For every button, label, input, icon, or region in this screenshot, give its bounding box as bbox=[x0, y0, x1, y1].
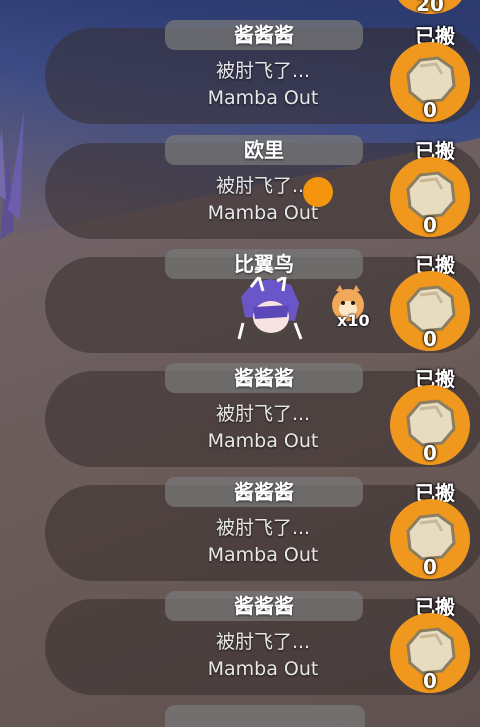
player-message: 被肘飞了... Mamba Out bbox=[165, 629, 361, 683]
player-message: 被肘飞了... Mamba Out bbox=[165, 515, 361, 569]
player-name: 比翼鸟 bbox=[165, 249, 363, 279]
message-line2: Mamba Out bbox=[207, 658, 319, 680]
player-message: 被肘飞了... Mamba Out bbox=[165, 173, 361, 227]
player-message: 被肘飞了... Mamba Out bbox=[165, 58, 361, 112]
player-row[interactable]: 酱酱酱 被肘飞了... Mamba Out 已搬 0 bbox=[45, 363, 480, 467]
player-message: 被肘飞了... Mamba Out bbox=[165, 401, 361, 455]
player-name: 酱酱酱 bbox=[165, 20, 363, 50]
message-line1: 被肘飞了... bbox=[215, 60, 311, 82]
character-avatar-icon bbox=[237, 277, 303, 340]
resource-count: 0 bbox=[423, 327, 437, 351]
resource-count: 0 bbox=[423, 555, 437, 579]
message-line2: Mamba Out bbox=[207, 87, 319, 109]
message-line2: Mamba Out bbox=[207, 430, 319, 452]
resource-count: 0 bbox=[423, 98, 437, 122]
resource-count: 0 bbox=[423, 669, 437, 693]
game-scene: 20 酱酱酱 被肘飞了... Mamba Out 已搬 0 欧里 被肘飞了...… bbox=[0, 0, 480, 727]
next-row-name-pill-partial bbox=[165, 705, 365, 727]
message-line1: 被肘飞了... bbox=[215, 403, 311, 425]
resource-count: 0 bbox=[423, 213, 437, 237]
message-line2: Mamba Out bbox=[207, 202, 319, 224]
orange-marker-icon bbox=[303, 177, 333, 207]
message-line1: 被肘飞了... bbox=[215, 631, 311, 653]
player-name: 酱酱酱 bbox=[165, 363, 363, 393]
player-row[interactable]: 比翼鸟 x10 已搬 0 bbox=[45, 249, 480, 353]
player-name: 欧里 bbox=[165, 135, 363, 165]
player-row[interactable]: 酱酱酱 被肘飞了... Mamba Out 已搬 0 bbox=[45, 20, 480, 124]
message-line1: 被肘飞了... bbox=[215, 517, 311, 539]
player-row[interactable]: 欧里 被肘飞了... Mamba Out 已搬 0 bbox=[45, 135, 480, 239]
top-count: 20 bbox=[416, 0, 444, 16]
player-row[interactable]: 酱酱酱 被肘飞了... Mamba Out 已搬 0 bbox=[45, 591, 480, 695]
message-line2: Mamba Out bbox=[207, 544, 319, 566]
player-name: 酱酱酱 bbox=[165, 477, 363, 507]
pet-multiplier: x10 bbox=[337, 311, 370, 330]
resource-count: 0 bbox=[423, 441, 437, 465]
player-name: 酱酱酱 bbox=[165, 591, 363, 621]
player-row[interactable]: 酱酱酱 被肘飞了... Mamba Out 已搬 0 bbox=[45, 477, 480, 581]
crystal-plant-decoration bbox=[0, 110, 24, 240]
